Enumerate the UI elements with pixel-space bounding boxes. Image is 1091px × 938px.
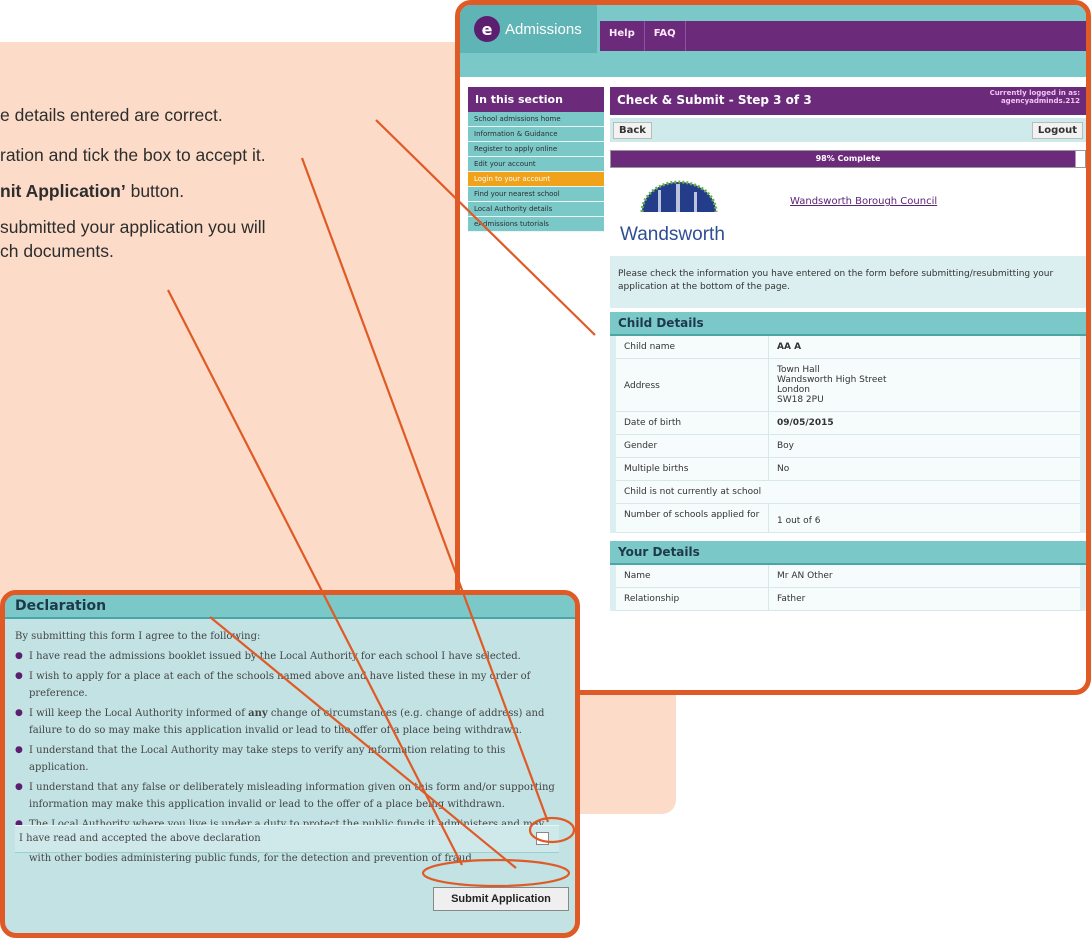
- child-details-heading: Child Details: [610, 312, 1086, 336]
- sidebar-item-guidance[interactable]: Information & Guidance: [468, 127, 604, 142]
- list-item: I understand that the Local Authority ma…: [15, 742, 563, 776]
- instruction-line-5: ch documents.: [0, 241, 114, 261]
- list-item: I understand that any false or deliberat…: [15, 779, 563, 813]
- sidebar-item-la-details[interactable]: Local Authority details: [468, 202, 604, 217]
- council-link[interactable]: Wandsworth Borough Council: [790, 196, 937, 207]
- list-item: I have read the admissions booklet issue…: [15, 648, 563, 665]
- page-title: Check & Submit - Step 3 of 3: [617, 93, 812, 107]
- submit-application-button[interactable]: Submit Application: [433, 887, 569, 911]
- instruction-line-4: submitted your application you will: [0, 217, 266, 237]
- council-banner: Wandsworth Wandsworth Borough Council: [610, 168, 1086, 250]
- logout-button[interactable]: Logout: [1031, 122, 1083, 139]
- table-row: Child name AA A: [616, 336, 1080, 359]
- council-logo-text: Wandsworth: [620, 224, 725, 245]
- child-details-table: Child name AA A Address Town Hall Wandswor…: [610, 336, 1086, 533]
- list-item: I will keep the Local Authority informed…: [15, 705, 563, 739]
- check-notice: Please check the information you have en…: [610, 256, 1086, 308]
- council-logo-icon: [640, 180, 718, 213]
- list-item: I wish to apply for a place at each of t…: [15, 668, 563, 702]
- your-details-table: Name Mr AN Other Relationship Father: [610, 565, 1086, 611]
- back-button[interactable]: Back: [613, 122, 652, 139]
- table-row: Address Town Hall Wandsworth High Street …: [616, 359, 1080, 412]
- instruction-line-2: ration and tick the box to accept it.: [0, 145, 266, 165]
- instruction-line-3: nit Application’ button.: [0, 181, 185, 201]
- menu-help[interactable]: Help: [600, 21, 645, 51]
- table-row: Name Mr AN Other: [616, 565, 1080, 588]
- main-content: Check & Submit - Step 3 of 3 Currently l…: [610, 87, 1086, 690]
- menu-faq[interactable]: FAQ: [645, 21, 686, 51]
- table-row: Multiple births No: [616, 458, 1080, 481]
- table-row: Date of birth 09/05/2015: [616, 412, 1080, 435]
- progress-bar: 98% Complete: [610, 150, 1086, 168]
- table-row: Relationship Father: [616, 588, 1080, 611]
- table-row: Number of schools applied for 1 out of 6: [616, 504, 1080, 533]
- action-row: Back Logout: [610, 118, 1086, 142]
- logged-in-status: Currently logged in as: agencyadminds.21…: [989, 89, 1080, 105]
- sidebar-item-tutorials[interactable]: eAdmissions tutorials: [468, 217, 604, 232]
- instruction-line-1: e details entered are correct.: [0, 105, 223, 125]
- logo-e-icon: e: [474, 16, 500, 42]
- sidebar-item-nearest-school[interactable]: Find your nearest school: [468, 187, 604, 202]
- declaration-intro: By submitting this form I agree to the f…: [15, 631, 261, 642]
- table-row: Child is not currently at school: [616, 481, 1080, 504]
- declaration-window: Declaration By submitting this form I ag…: [0, 590, 580, 938]
- sidebar: In this section School admissions home I…: [468, 87, 604, 232]
- declaration-title: Declaration: [5, 595, 575, 619]
- table-row: Gender Boy: [616, 435, 1080, 458]
- sidebar-item-login[interactable]: Login to your account: [468, 172, 604, 187]
- page-title-bar: Check & Submit - Step 3 of 3 Currently l…: [610, 87, 1086, 115]
- sidebar-header: In this section: [468, 87, 604, 112]
- accept-declaration-label: I have read and accepted the above decla…: [19, 833, 261, 844]
- your-details-heading: Your Details: [610, 541, 1086, 565]
- accept-declaration-row: I have read and accepted the above decla…: [15, 825, 559, 853]
- app-logo[interactable]: e Admissions: [460, 5, 597, 53]
- sidebar-item-edit-account[interactable]: Edit your account: [468, 157, 604, 172]
- logo-text: Admissions: [505, 20, 582, 38]
- accept-declaration-checkbox[interactable]: [536, 832, 549, 845]
- top-menu: Help FAQ: [600, 21, 1086, 51]
- sidebar-item-home[interactable]: School admissions home: [468, 112, 604, 127]
- sidebar-item-register[interactable]: Register to apply online: [468, 142, 604, 157]
